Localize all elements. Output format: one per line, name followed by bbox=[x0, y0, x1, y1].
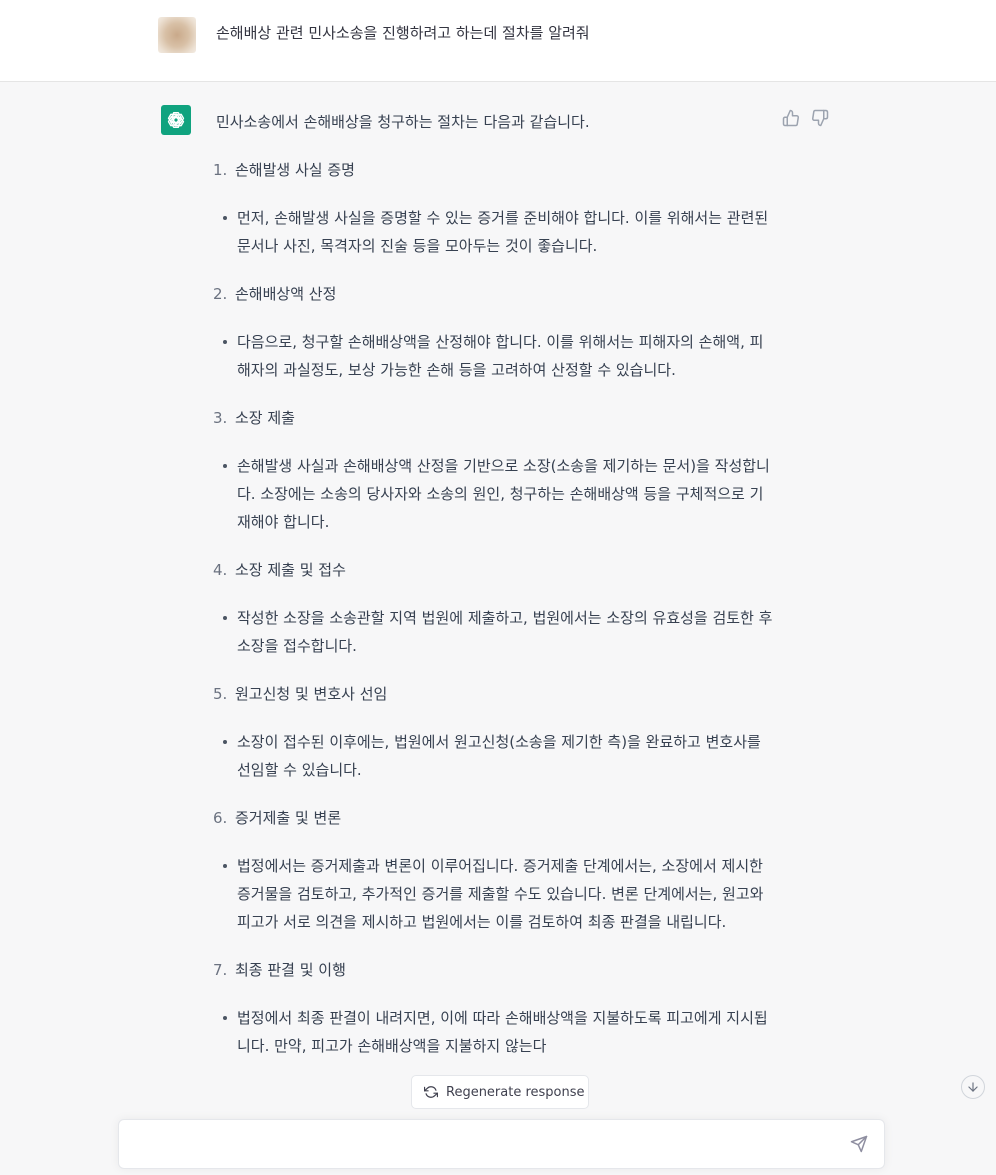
step-number: 4. bbox=[213, 561, 228, 579]
step-title: 손해발생 사실 증명 bbox=[235, 161, 355, 179]
regenerate-label: Regenerate response bbox=[446, 1084, 585, 1100]
bullet-icon bbox=[216, 604, 237, 660]
step-detail-text: 작성한 소장을 소송관할 지역 법원에 제출하고, 법원에서는 소장의 유효성을… bbox=[237, 609, 773, 655]
step-detail-text: 먼저, 손해발생 사실을 증명할 수 있는 증거를 준비해야 합니다. 이를 위… bbox=[237, 209, 769, 255]
step-item: 1. 손해발생 사실 증명 bbox=[213, 156, 776, 184]
refresh-icon bbox=[424, 1086, 438, 1098]
step-title: 최종 판결 및 이행 bbox=[235, 961, 346, 979]
step-title: 증거제출 및 변론 bbox=[235, 809, 342, 827]
step-detail-text: 법정에서는 증거제출과 변론이 이루어집니다. 증거제출 단계에서는, 소장에서… bbox=[237, 857, 764, 931]
scroll-to-bottom-button[interactable] bbox=[961, 1075, 985, 1099]
step-number: 7. bbox=[213, 961, 228, 979]
bullet-icon bbox=[216, 1004, 237, 1060]
step-detail: 소장이 접수된 이후에는, 법원에서 원고신청(소송을 제기한 측)을 완료하고… bbox=[216, 728, 776, 784]
assistant-avatar bbox=[161, 105, 191, 135]
response-intro: 민사소송에서 손해배상을 청구하는 절차는 다음과 같습니다. bbox=[216, 113, 590, 131]
bullet-icon bbox=[216, 204, 237, 260]
step-detail-text: 법정에서 최종 판결이 내려지면, 이에 따라 손해배상액을 지불하도록 피고에… bbox=[237, 1009, 768, 1055]
user-message-row: 손해배상 관련 민사소송을 진행하려고 하는데 절차를 알려줘 bbox=[0, 0, 996, 82]
regenerate-response-button[interactable]: Regenerate response bbox=[411, 1075, 589, 1109]
step-number: 3. bbox=[213, 409, 228, 427]
step-detail-text: 다음으로, 청구할 손해배상액을 산정해야 합니다. 이를 위해서는 피해자의 … bbox=[237, 333, 764, 379]
step-title: 손해배상액 산정 bbox=[235, 285, 337, 303]
step-detail: 먼저, 손해발생 사실을 증명할 수 있는 증거를 준비해야 합니다. 이를 위… bbox=[216, 204, 776, 260]
step-detail: 법정에서 최종 판결이 내려지면, 이에 따라 손해배상액을 지불하도록 피고에… bbox=[216, 1004, 776, 1060]
step-item: 2. 손해배상액 산정 bbox=[213, 280, 776, 308]
step-number: 2. bbox=[213, 285, 228, 303]
step-item: 7. 최종 판결 및 이행 bbox=[213, 956, 776, 984]
step-title: 소장 제출 및 접수 bbox=[235, 561, 346, 579]
message-input[interactable] bbox=[133, 1134, 833, 1156]
step-number: 5. bbox=[213, 685, 228, 703]
openai-logo-icon bbox=[167, 111, 185, 129]
bullet-icon bbox=[216, 328, 237, 384]
thumbs-up-button[interactable] bbox=[782, 109, 800, 127]
thumbs-down-button[interactable] bbox=[811, 109, 829, 127]
step-number: 1. bbox=[213, 161, 228, 179]
step-item: 5. 원고신청 및 변호사 선임 bbox=[213, 680, 776, 708]
bullet-icon bbox=[216, 452, 237, 536]
arrow-down-icon bbox=[968, 1082, 978, 1092]
step-item: 4. 소장 제출 및 접수 bbox=[213, 556, 776, 584]
step-title: 소장 제출 bbox=[235, 409, 295, 427]
thumbs-down-icon bbox=[812, 109, 829, 127]
paper-plane-icon bbox=[850, 1135, 868, 1153]
step-detail-text: 손해발생 사실과 손해배상액 산정을 기반으로 소장(소송을 제기하는 문서)을… bbox=[237, 457, 770, 531]
step-detail: 작성한 소장을 소송관할 지역 법원에 제출하고, 법원에서는 소장의 유효성을… bbox=[216, 604, 776, 660]
user-message-text: 손해배상 관련 민사소송을 진행하려고 하는데 절차를 알려줘 bbox=[216, 24, 590, 42]
step-title: 원고신청 및 변호사 선임 bbox=[235, 685, 388, 703]
step-detail: 다음으로, 청구할 손해배상액을 산정해야 합니다. 이를 위해서는 피해자의 … bbox=[216, 328, 776, 384]
bullet-icon bbox=[216, 728, 237, 784]
step-detail-text: 소장이 접수된 이후에는, 법원에서 원고신청(소송을 제기한 측)을 완료하고… bbox=[237, 733, 761, 779]
step-detail: 손해발생 사실과 손해배상액 산정을 기반으로 소장(소송을 제기하는 문서)을… bbox=[216, 452, 776, 536]
step-detail: 법정에서는 증거제출과 변론이 이루어집니다. 증거제출 단계에서는, 소장에서… bbox=[216, 852, 776, 936]
send-button[interactable] bbox=[850, 1135, 870, 1155]
message-input-box bbox=[118, 1119, 885, 1169]
user-avatar bbox=[158, 17, 196, 53]
step-item: 3. 소장 제출 bbox=[213, 404, 776, 432]
step-number: 6. bbox=[213, 809, 228, 827]
thumbs-up-icon bbox=[782, 109, 799, 127]
assistant-response: 민사소송에서 손해배상을 청구하는 절차는 다음과 같습니다. 1. 손해발생 사… bbox=[213, 108, 776, 1080]
step-item: 6. 증거제출 및 변론 bbox=[213, 804, 776, 832]
bullet-icon bbox=[216, 852, 237, 936]
